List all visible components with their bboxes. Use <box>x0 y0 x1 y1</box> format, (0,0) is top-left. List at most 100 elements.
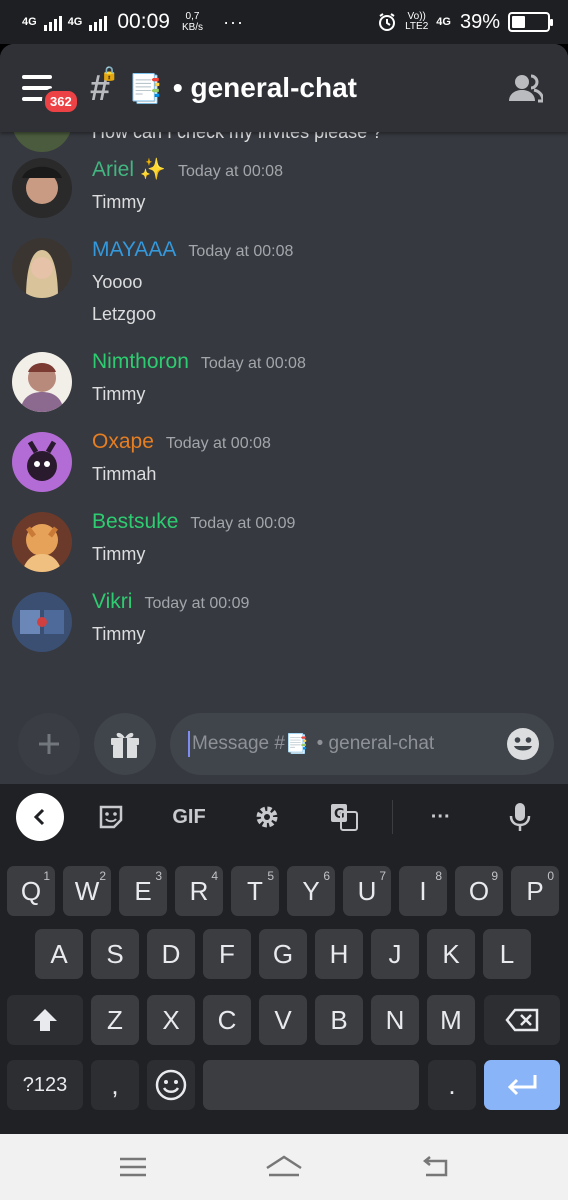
timestamp: Today at 00:08 <box>165 435 271 452</box>
key-j[interactable]: J <box>371 929 419 979</box>
key-o[interactable]: O9 <box>455 866 503 916</box>
key-b[interactable]: B <box>315 995 363 1045</box>
avatar[interactable] <box>12 158 72 218</box>
username[interactable]: Vikri <box>92 590 132 614</box>
sticker-icon <box>100 805 123 829</box>
gear-icon <box>256 806 278 828</box>
battery-level <box>512 16 526 28</box>
avatar[interactable] <box>12 512 72 572</box>
message-text: Timmy <box>92 192 146 212</box>
message-text: Timmy <box>92 624 146 644</box>
key-i[interactable]: I8 <box>399 866 447 916</box>
signal-icon <box>43 13 62 31</box>
key-t[interactable]: T5 <box>231 866 279 916</box>
menu-button[interactable]: 362 <box>22 68 80 115</box>
battery-percent: 39% <box>459 10 500 33</box>
backspace-key[interactable] <box>484 995 560 1045</box>
keyboard-toolbar: GIF G ··· <box>0 784 568 850</box>
message-meta: Nimthoron Today at 00:08 <box>92 350 306 374</box>
message-text: Timmy <box>92 384 146 404</box>
translate-button[interactable]: G <box>312 793 376 841</box>
back-icon[interactable] <box>420 1155 450 1179</box>
key-hint-1: 1 <box>43 869 50 883</box>
members-button[interactable] <box>506 68 546 108</box>
signal-icon-2 <box>89 13 108 31</box>
key-u[interactable]: U7 <box>343 866 391 916</box>
add-attachment-button[interactable] <box>18 713 80 775</box>
key-r[interactable]: R4 <box>175 866 223 916</box>
more-options-button[interactable]: ··· <box>409 793 473 841</box>
enter-key[interactable] <box>484 1060 560 1110</box>
username[interactable]: Ariel ✨ <box>92 158 166 182</box>
period-key[interactable]: . <box>428 1060 476 1110</box>
settings-button[interactable] <box>235 793 299 841</box>
key-m[interactable]: M <box>427 995 475 1045</box>
key-z[interactable]: Z <box>91 995 139 1045</box>
key-v[interactable]: V <box>259 995 307 1045</box>
symbols-key[interactable]: ?123 <box>7 1060 83 1110</box>
key-hint-7: 7 <box>379 869 386 883</box>
recent-apps-icon[interactable] <box>118 1156 148 1178</box>
key-h[interactable]: H <box>315 929 363 979</box>
key-d[interactable]: D <box>147 929 195 979</box>
avatar[interactable] <box>12 132 72 152</box>
comma-key[interactable]: , <box>91 1060 139 1110</box>
key-w[interactable]: W2 <box>63 866 111 916</box>
avatar[interactable] <box>12 238 72 298</box>
message-text: Timmy <box>92 544 146 564</box>
emoji-icon[interactable] <box>506 727 540 761</box>
voice-input-button[interactable] <box>488 793 552 841</box>
key-n[interactable]: N <box>371 995 419 1045</box>
message-text: Yoooo <box>92 272 143 292</box>
username[interactable]: Oxape <box>92 430 154 454</box>
username[interactable]: Nimthoron <box>92 350 189 374</box>
key-k[interactable]: K <box>427 929 475 979</box>
gift-button[interactable] <box>94 713 156 775</box>
key-p[interactable]: P0 <box>511 866 559 916</box>
sticker-button[interactable] <box>80 793 144 841</box>
avatar[interactable] <box>12 592 72 652</box>
key-hint-8: 8 <box>435 869 442 883</box>
key-hint-3: 3 <box>155 869 162 883</box>
message-list[interactable]: How can I check my invites please ? Arie… <box>0 132 568 704</box>
lock-icon: 🔒 <box>100 65 119 81</box>
channel-header: 362 # 🔒 📑 • general-chat <box>0 44 568 132</box>
key-y[interactable]: Y6 <box>287 866 335 916</box>
avatar[interactable] <box>12 352 72 412</box>
avatar[interactable] <box>12 432 72 492</box>
network-type-1: 4G <box>22 16 37 28</box>
key-hint-6: 6 <box>323 869 330 883</box>
message-input[interactable]: Message # 📑 • general-chat <box>170 713 554 775</box>
channel-emoji: 📑 <box>128 72 163 104</box>
key-q[interactable]: Q1 <box>7 866 55 916</box>
status-bar: 4G 4G 00:09 0,7 KB/s ··· Vo)) LTE2 4G 39% <box>0 0 568 44</box>
key-f[interactable]: F <box>203 929 251 979</box>
key-l[interactable]: L <box>483 929 531 979</box>
locked-channel-icon: # 🔒 <box>90 65 119 108</box>
message-meta: Bestsuke Today at 00:09 <box>92 510 295 534</box>
shift-key[interactable] <box>7 995 83 1045</box>
username[interactable]: Bestsuke <box>92 510 178 534</box>
network-type-3: 4G <box>436 16 451 28</box>
network-speed: 0,7 KB/s <box>182 11 203 33</box>
collapse-toolbar-button[interactable] <box>16 793 64 841</box>
message-text: Letzgoo <box>92 304 157 324</box>
key-a[interactable]: A <box>35 929 83 979</box>
key-s[interactable]: S <box>91 929 139 979</box>
timestamp: Today at 00:09 <box>144 595 250 612</box>
clock: 00:09 <box>117 10 170 33</box>
home-icon[interactable] <box>264 1154 304 1180</box>
channel-title[interactable]: • general-chat <box>173 72 357 104</box>
plus-icon <box>39 734 59 754</box>
key-g[interactable]: G <box>259 929 307 979</box>
username[interactable]: MAYAAA <box>92 238 176 262</box>
gif-button[interactable]: GIF <box>157 793 221 841</box>
system-navigation-bar <box>0 1134 568 1200</box>
menu-bar <box>22 75 52 79</box>
key-c[interactable]: C <box>203 995 251 1045</box>
emoji-key[interactable] <box>147 1060 195 1110</box>
space-key[interactable] <box>203 1060 419 1110</box>
message-meta: MAYAAA Today at 00:08 <box>92 238 293 262</box>
key-x[interactable]: X <box>147 995 195 1045</box>
key-e[interactable]: E3 <box>119 866 167 916</box>
